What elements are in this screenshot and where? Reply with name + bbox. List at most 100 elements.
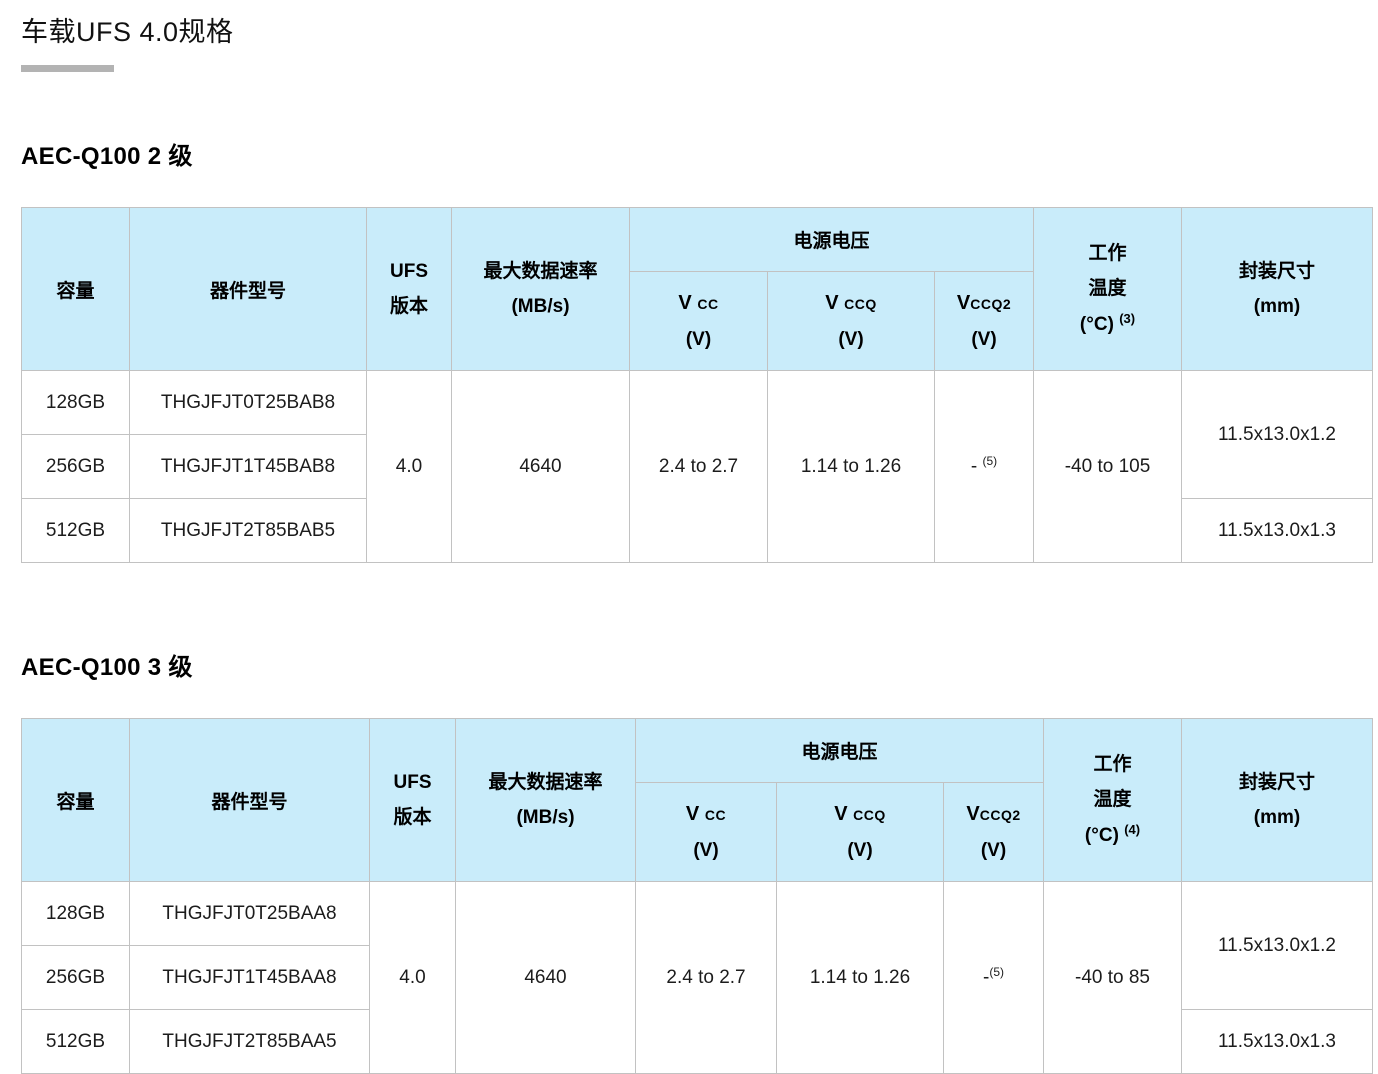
temperature-cell: -40 to 85 bbox=[1044, 882, 1182, 1074]
col-header-power-group: 电源电压 bbox=[630, 208, 1034, 272]
vccq2-subscript: CCQ2 bbox=[980, 807, 1021, 823]
spec-table-grade2: 容量 器件型号 UFS 版本 最大数据速率 (MB/s) 电源电压 工作 温度 … bbox=[21, 207, 1373, 563]
package-cell: 11.5x13.0x1.2 bbox=[1182, 882, 1373, 1010]
part-number-cell: THGJFJT1T45BAA8 bbox=[130, 946, 370, 1010]
vccq-unit: (V) bbox=[777, 833, 943, 868]
capacity-cell: 256GB bbox=[22, 435, 130, 499]
col-header-part-number: 器件型号 bbox=[130, 719, 370, 882]
temperature-cell: -40 to 105 bbox=[1034, 371, 1182, 563]
rate-header-line1: 最大数据速率 bbox=[456, 765, 635, 800]
col-header-vcc: V CC (V) bbox=[636, 783, 777, 882]
spec-table-grade3: 容量 器件型号 UFS 版本 最大数据速率 (MB/s) 电源电压 工作 温度 … bbox=[21, 718, 1373, 1074]
max-rate-cell: 4640 bbox=[452, 371, 630, 563]
rate-header-line2: (MB/s) bbox=[452, 289, 629, 324]
vccq2-symbol-line: VCCQ2 bbox=[944, 796, 1043, 833]
package-cell: 11.5x13.0x1.3 bbox=[1182, 1010, 1373, 1074]
package-cell: 11.5x13.0x1.3 bbox=[1182, 499, 1373, 563]
col-header-vccq2: VCCQ2 (V) bbox=[944, 783, 1044, 882]
vccq-unit: (V) bbox=[768, 322, 934, 357]
temp-header-line2: 温度 bbox=[1044, 782, 1181, 817]
col-header-vccq: V CCQ (V) bbox=[768, 272, 935, 371]
ufs-header-line2: 版本 bbox=[367, 289, 451, 324]
vcc-symbol-line: V CC bbox=[630, 285, 767, 322]
vccq2-symbol: V bbox=[957, 292, 970, 314]
temp-footnote-sup: (4) bbox=[1124, 822, 1140, 837]
vccq2-subscript: CCQ2 bbox=[970, 296, 1011, 312]
capacity-cell: 512GB bbox=[22, 499, 130, 563]
vcc-subscript: CC bbox=[697, 296, 718, 312]
temp-header-line1: 工作 bbox=[1034, 236, 1181, 271]
temp-header-line3: (°C) (3) bbox=[1034, 307, 1181, 342]
vcc-symbol: V bbox=[678, 292, 697, 314]
table-row: 128GB THGJFJT0T25BAA8 4.0 4640 2.4 to 2.… bbox=[22, 882, 1373, 946]
temp-unit: (°C) bbox=[1085, 825, 1124, 846]
page-container: 车载UFS 4.0规格 AEC-Q100 2 级 容量 器件型号 UFS 版本 … bbox=[0, 0, 1378, 1074]
vccq2-symbol-line: VCCQ2 bbox=[935, 285, 1033, 322]
vccq-subscript: CCQ bbox=[853, 807, 886, 823]
capacity-cell: 512GB bbox=[22, 1010, 130, 1074]
vccq2-cell: -(5) bbox=[944, 882, 1044, 1074]
vccq-symbol: V bbox=[834, 803, 853, 825]
pkg-header-line1: 封装尺寸 bbox=[1182, 254, 1372, 289]
vcc-unit: (V) bbox=[630, 322, 767, 357]
col-header-ufs-version: UFS 版本 bbox=[370, 719, 456, 882]
vcc-cell: 2.4 to 2.7 bbox=[636, 882, 777, 1074]
col-header-vcc: V CC (V) bbox=[630, 272, 768, 371]
col-header-package: 封装尺寸 (mm) bbox=[1182, 208, 1373, 371]
section-heading-grade2: AEC-Q100 2 级 bbox=[21, 136, 1378, 171]
ufs-header-line1: UFS bbox=[367, 254, 451, 289]
package-cell: 11.5x13.0x1.2 bbox=[1182, 371, 1373, 499]
vcc-subscript: CC bbox=[705, 807, 726, 823]
col-header-capacity: 容量 bbox=[22, 719, 130, 882]
part-number-cell: THGJFJT2T85BAB5 bbox=[130, 499, 367, 563]
rate-header-line2: (MB/s) bbox=[456, 800, 635, 835]
temp-unit: (°C) bbox=[1080, 314, 1119, 335]
col-header-temperature: 工作 温度 (°C) (4) bbox=[1044, 719, 1182, 882]
part-number-cell: THGJFJT2T85BAA5 bbox=[130, 1010, 370, 1074]
ufs-version-cell: 4.0 bbox=[367, 371, 452, 563]
temp-footnote-sup: (3) bbox=[1119, 311, 1135, 326]
col-header-package: 封装尺寸 (mm) bbox=[1182, 719, 1373, 882]
page-title: 车载UFS 4.0规格 bbox=[21, 10, 1378, 49]
part-number-cell: THGJFJT1T45BAB8 bbox=[130, 435, 367, 499]
max-rate-cell: 4640 bbox=[456, 882, 636, 1074]
col-header-capacity: 容量 bbox=[22, 208, 130, 371]
pkg-header-line2: (mm) bbox=[1182, 800, 1372, 835]
vccq-symbol-line: V CCQ bbox=[768, 285, 934, 322]
vcc-unit: (V) bbox=[636, 833, 776, 868]
vccq2-cell: - (5) bbox=[935, 371, 1034, 563]
rate-header-line1: 最大数据速率 bbox=[452, 254, 629, 289]
col-header-temperature: 工作 温度 (°C) (3) bbox=[1034, 208, 1182, 371]
vccq2-dash: - bbox=[971, 456, 983, 477]
capacity-cell: 128GB bbox=[22, 371, 130, 435]
col-header-vccq: V CCQ (V) bbox=[777, 783, 944, 882]
section-heading-grade3: AEC-Q100 3 级 bbox=[21, 647, 1378, 682]
temp-header-line3: (°C) (4) bbox=[1044, 818, 1181, 853]
table-row: 128GB THGJFJT0T25BAB8 4.0 4640 2.4 to 2.… bbox=[22, 371, 1373, 435]
capacity-cell: 128GB bbox=[22, 882, 130, 946]
vcc-symbol-line: V CC bbox=[636, 796, 776, 833]
col-header-vccq2: VCCQ2 (V) bbox=[935, 272, 1034, 371]
vccq-cell: 1.14 to 1.26 bbox=[768, 371, 935, 563]
vcc-cell: 2.4 to 2.7 bbox=[630, 371, 768, 563]
ufs-header-line2: 版本 bbox=[370, 800, 455, 835]
vccq2-symbol: V bbox=[966, 803, 979, 825]
title-divider bbox=[21, 65, 114, 72]
part-number-cell: THGJFJT0T25BAB8 bbox=[130, 371, 367, 435]
col-header-max-rate: 最大数据速率 (MB/s) bbox=[456, 719, 636, 882]
vcc-symbol: V bbox=[686, 803, 705, 825]
pkg-header-line1: 封装尺寸 bbox=[1182, 765, 1372, 800]
col-header-part-number: 器件型号 bbox=[130, 208, 367, 371]
vccq-symbol: V bbox=[825, 292, 844, 314]
pkg-header-line2: (mm) bbox=[1182, 289, 1372, 324]
vccq2-unit: (V) bbox=[935, 322, 1033, 357]
ufs-version-cell: 4.0 bbox=[370, 882, 456, 1074]
col-header-max-rate: 最大数据速率 (MB/s) bbox=[452, 208, 630, 371]
capacity-cell: 256GB bbox=[22, 946, 130, 1010]
temp-header-line1: 工作 bbox=[1044, 747, 1181, 782]
vccq-cell: 1.14 to 1.26 bbox=[777, 882, 944, 1074]
vccq2-footnote-sup: (5) bbox=[982, 454, 997, 468]
vccq-subscript: CCQ bbox=[844, 296, 877, 312]
part-number-cell: THGJFJT0T25BAA8 bbox=[130, 882, 370, 946]
vccq2-footnote-sup: (5) bbox=[989, 965, 1004, 979]
